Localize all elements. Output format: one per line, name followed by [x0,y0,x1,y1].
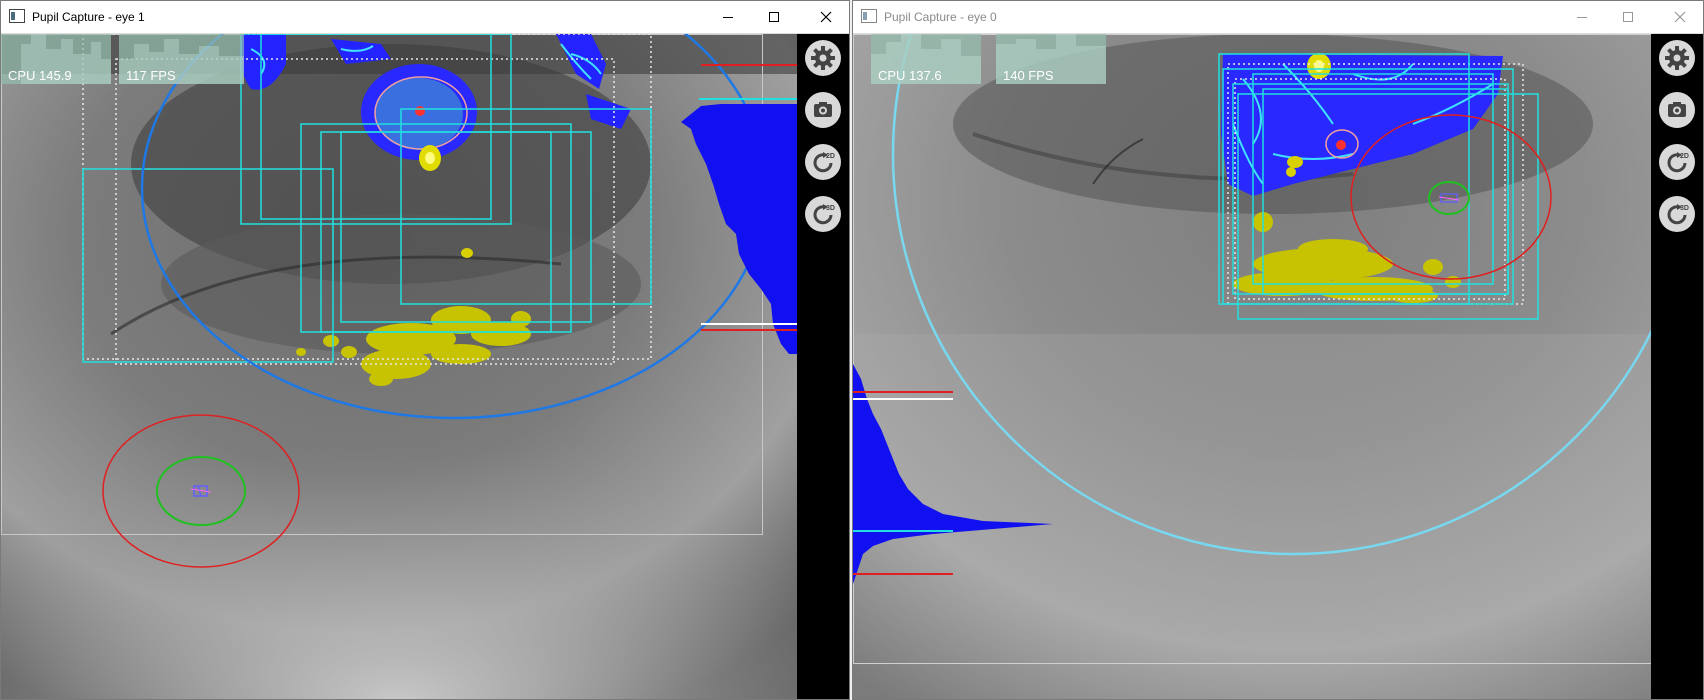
refresh-2d-icon: 2D [1667,152,1689,173]
side-toolbar: 2D 3D [797,34,849,699]
close-button[interactable] [803,1,849,33]
minimize-button[interactable] [705,1,751,33]
fps-graph: 117 FPS [119,34,244,84]
eye-camera-view[interactable]: CPU 145.9 117 FPS [1,34,798,699]
cpu-graph: CPU 145.9 [1,34,111,84]
maximize-icon [769,12,779,22]
snapshot-button[interactable] [805,92,841,128]
side-toolbar: 2D 3D [1651,34,1703,699]
maximize-button[interactable] [1605,1,1651,33]
eye-image [853,34,1652,699]
fps-label: 117 FPS [126,68,176,83]
3d-label: 3D [826,205,835,212]
titlebar[interactable]: Pupil Capture - eye 0 [853,1,1703,34]
settings-button[interactable] [805,40,841,76]
minimize-icon [1577,17,1587,18]
app-icon [861,9,877,23]
window-title: Pupil Capture - eye 1 [32,10,145,24]
settings-button[interactable] [1659,40,1695,76]
snapshot-button[interactable] [1659,92,1695,128]
window-title: Pupil Capture - eye 0 [884,10,997,24]
close-icon [820,11,832,23]
detector-2d-button[interactable]: 2D [1659,144,1695,180]
detector-3d-button[interactable]: 3D [805,196,841,232]
close-icon [1674,11,1686,23]
window-eye0: Pupil Capture - eye 0 CPU 137.6 140 FPS … [852,0,1704,700]
refresh-2d-icon: 2D [813,152,835,173]
camera-icon [814,102,832,117]
gear-icon [1665,46,1689,70]
titlebar[interactable]: Pupil Capture - eye 1 [1,1,849,34]
camera-icon [1668,102,1686,117]
fps-graph: 140 FPS [996,34,1106,84]
detector-3d-button[interactable]: 3D [1659,196,1695,232]
cpu-label: CPU 137.6 [878,68,942,83]
fps-label: 140 FPS [1003,68,1054,83]
3d-label: 3D [1680,205,1689,212]
2d-label: 2D [1680,153,1689,160]
window-eye1: Pupil Capture - eye 1 CPU 145.9 117 FPS … [0,0,850,700]
eye-camera-view[interactable]: CPU 137.6 140 FPS [853,34,1652,699]
refresh-3d-icon: 3D [1667,204,1689,225]
cpu-label: CPU 145.9 [8,68,72,83]
minimize-icon [723,17,733,18]
app-icon [9,9,25,23]
eye-image [1,34,798,699]
2d-label: 2D [826,153,835,160]
close-button[interactable] [1657,1,1703,33]
maximize-icon [1623,12,1633,22]
maximize-button[interactable] [751,1,797,33]
minimize-button[interactable] [1559,1,1605,33]
cpu-graph: CPU 137.6 [871,34,981,84]
detector-2d-button[interactable]: 2D [805,144,841,180]
refresh-3d-icon: 3D [813,204,835,225]
gear-icon [811,46,835,70]
